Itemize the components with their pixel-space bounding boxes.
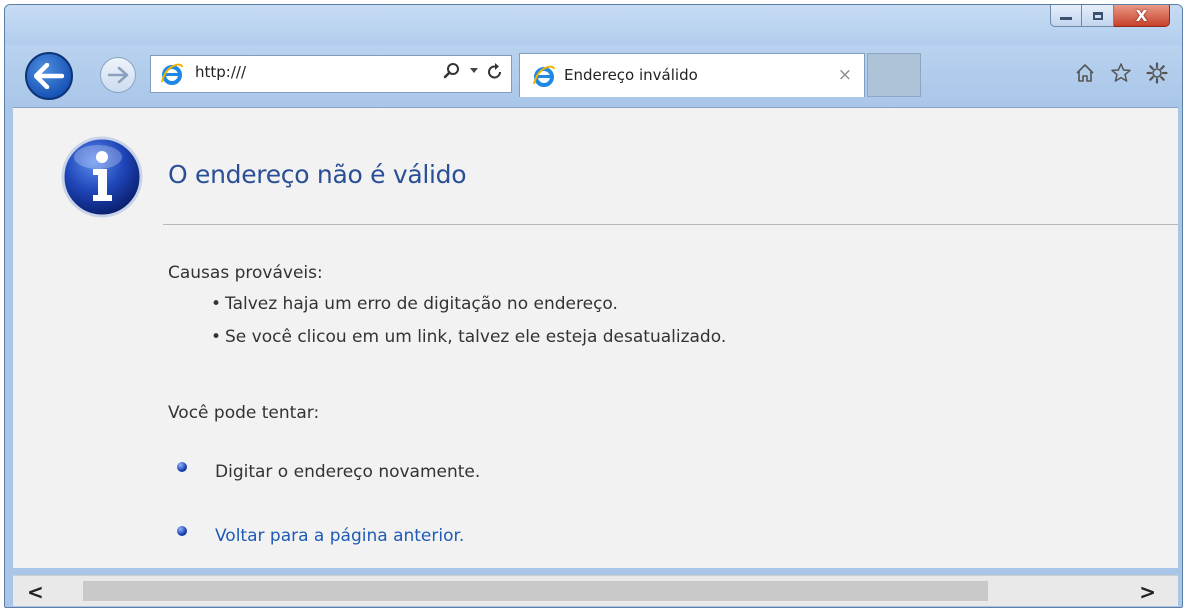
favorites-star-icon[interactable] — [1110, 62, 1132, 84]
cause-item: • Se você clicou em um link, talvez ele e… — [211, 327, 727, 347]
toolbar-icons — [1074, 62, 1168, 84]
horizontal-scrollbar[interactable]: < > — [13, 575, 1178, 606]
home-icon[interactable] — [1074, 62, 1096, 84]
minimize-icon — [1060, 17, 1072, 20]
address-bar[interactable]: http:/// — [150, 55, 512, 93]
browser-window: X http:/// Endereço inválido × O endereç… — [4, 4, 1183, 608]
bullet-icon — [177, 526, 187, 536]
divider — [163, 224, 1178, 225]
refresh-icon[interactable] — [487, 62, 503, 80]
back-button[interactable] — [25, 52, 73, 100]
info-icon — [61, 136, 143, 218]
title-bar: X — [5, 5, 1182, 45]
causes-label: Causas prováveis: — [168, 263, 323, 283]
minimize-button[interactable] — [1050, 5, 1082, 27]
cause-item: • Talvez haja um erro de digitação no end… — [211, 294, 618, 314]
scroll-right-icon[interactable]: > — [1139, 580, 1156, 604]
address-url: http:/// — [195, 63, 247, 81]
address-tools — [443, 62, 503, 80]
tab-title: Endereço inválido — [564, 66, 698, 84]
scroll-left-icon[interactable]: < — [27, 580, 44, 604]
forward-button[interactable] — [100, 57, 136, 93]
suggestion-retype-text: Digitar o endereço novamente. — [215, 462, 481, 482]
page-title: O endereço não é válido — [168, 160, 467, 189]
page-content: O endereço não é válido Causas prováveis… — [13, 107, 1178, 568]
try-label: Você pode tentar: — [168, 403, 320, 423]
tab-active[interactable]: Endereço inválido × — [519, 53, 865, 97]
bullet-icon — [177, 462, 187, 472]
back-icon — [34, 63, 64, 89]
ie-logo-icon — [533, 65, 555, 87]
suggestion-go-back: Voltar para a página anterior. — [177, 526, 464, 546]
tools-gear-icon[interactable] — [1146, 62, 1168, 84]
forward-icon — [107, 66, 129, 84]
close-button[interactable]: X — [1114, 5, 1170, 27]
maximize-icon — [1092, 11, 1103, 20]
caption-buttons: X — [1050, 5, 1170, 29]
ie-logo-icon — [161, 63, 183, 85]
new-tab-button[interactable] — [867, 53, 921, 97]
suggestion-retype: Digitar o endereço novamente. — [177, 462, 480, 482]
close-icon: X — [1135, 6, 1148, 25]
tab-close-icon[interactable]: × — [838, 65, 852, 85]
search-icon[interactable] — [443, 62, 461, 80]
navigation-bar: http:/// Endereço inválido × — [5, 45, 1182, 107]
dropdown-icon[interactable] — [470, 68, 478, 74]
scrollbar-thumb[interactable] — [83, 581, 988, 601]
maximize-button[interactable] — [1082, 5, 1114, 27]
go-back-link[interactable]: Voltar para a página anterior. — [215, 526, 464, 546]
